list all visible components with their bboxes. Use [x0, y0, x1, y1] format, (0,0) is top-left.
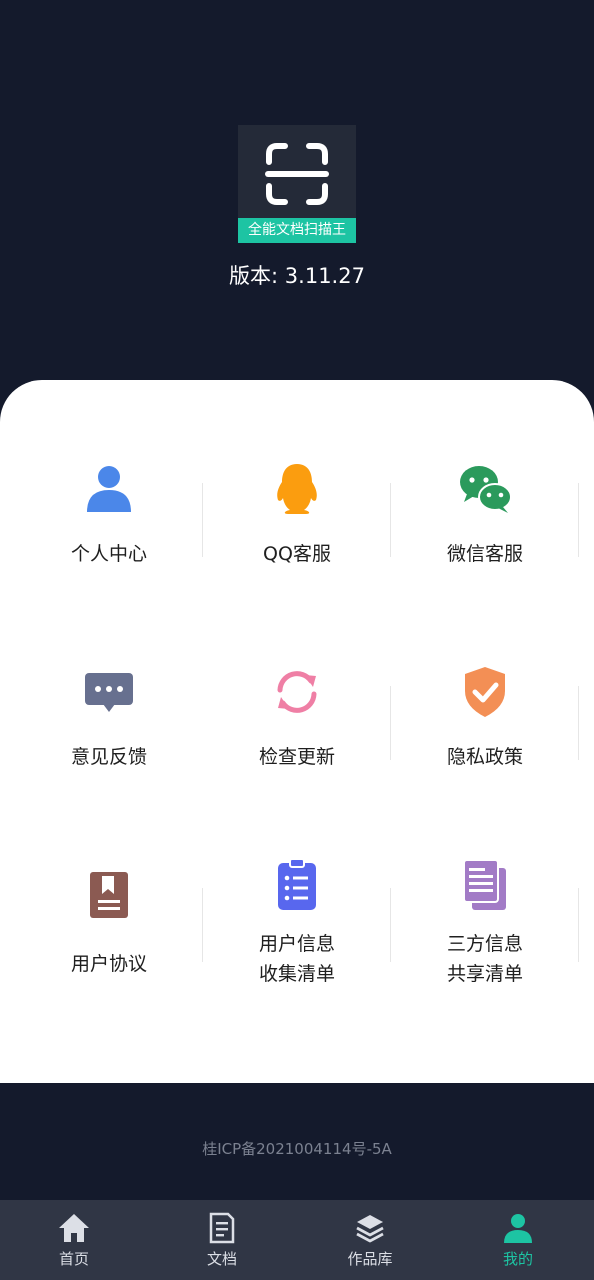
user-info-list-label-line2: 收集清单: [258, 963, 335, 985]
qq-penguin-icon: [277, 464, 317, 514]
privacy-policy-label: 隐私政策: [446, 746, 523, 768]
personal-center-label: 个人中心: [70, 543, 147, 565]
third-party-list-label-line2: 共享清单: [446, 963, 523, 985]
agreement-book-icon: [90, 872, 128, 918]
person-icon: [87, 466, 131, 512]
third-party-list-label-line1: 三方信息: [446, 933, 523, 955]
feedback-label: 意见反馈: [70, 746, 147, 768]
scan-frame-icon: [265, 143, 329, 205]
logo-text: 全能文档扫描王: [238, 218, 356, 243]
icp-record-link[interactable]: 桂ICP备2021004114号-5A: [0, 1138, 594, 1159]
menu-card: 个人中心 QQ客服 微信客服 意见反馈 检查更新 隐私政策 用户协议 用户信息 …: [0, 380, 594, 1083]
documents-icon: [463, 859, 506, 910]
bottom-tab-bar: 首页 文档 作品库 我的: [0, 1200, 594, 1280]
tab-documents[interactable]: 文档: [148, 1200, 296, 1280]
home-icon: [59, 1214, 89, 1242]
divider: [578, 483, 579, 557]
profile-icon: [504, 1214, 532, 1243]
refresh-icon: [277, 671, 317, 713]
clipboard-list-icon: [278, 858, 316, 910]
user-info-list-label-line1: 用户信息: [258, 933, 335, 955]
tab-home-label: 首页: [58, 1250, 89, 1268]
app-logo: 全能文档扫描王: [238, 125, 356, 243]
tab-documents-label: 文档: [206, 1250, 237, 1268]
divider: [578, 686, 579, 760]
version-text: 版本: 3.11.27: [229, 264, 365, 288]
qq-service-label: QQ客服: [263, 543, 331, 565]
tab-home[interactable]: 首页: [0, 1200, 148, 1280]
check-update-label: 检查更新: [258, 746, 335, 768]
wechat-service-label: 微信客服: [446, 543, 523, 565]
shield-check-icon: [465, 667, 505, 717]
divider: [578, 888, 579, 962]
tab-works-library[interactable]: 作品库: [296, 1200, 444, 1280]
document-icon: [209, 1212, 235, 1244]
user-agreement-label: 用户协议: [70, 953, 147, 975]
wechat-icon: [460, 466, 512, 513]
tab-mine[interactable]: 我的: [444, 1200, 592, 1280]
tab-works-library-label: 作品库: [347, 1250, 393, 1268]
feedback-chat-icon: [85, 673, 133, 712]
header: 全能文档扫描王 版本: 3.11.27: [0, 0, 594, 380]
layers-icon: [356, 1215, 384, 1243]
tab-mine-label: 我的: [502, 1250, 533, 1268]
